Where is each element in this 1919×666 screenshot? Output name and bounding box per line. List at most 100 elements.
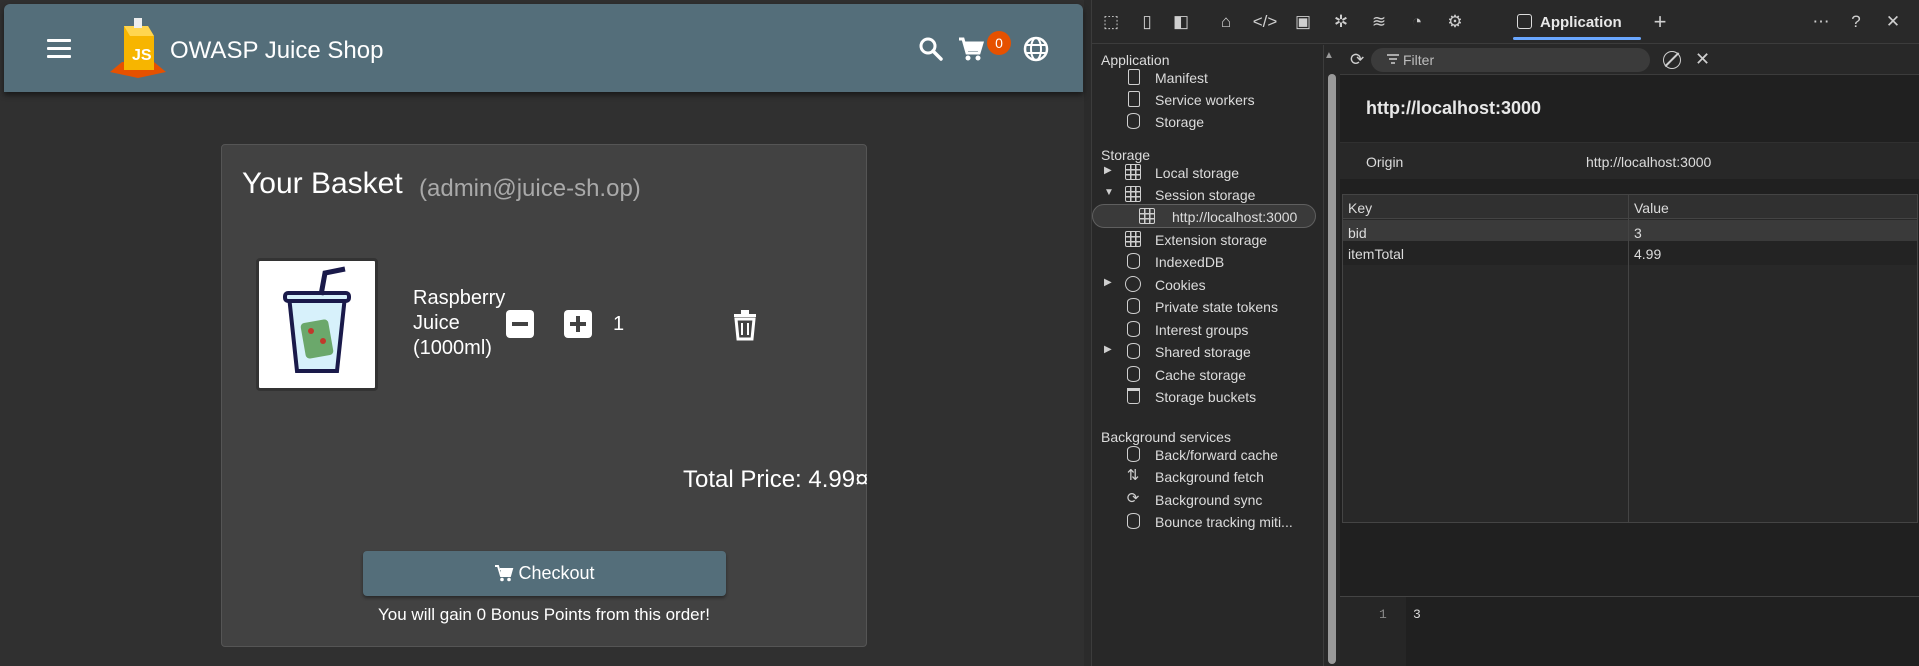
storage-main-panel: ⟳ ✕ http://localhost:3000 Origin http://…	[1340, 45, 1919, 666]
checkout-label: Checkout	[518, 563, 595, 583]
application-sidebar: Application Manifest Service workers Sto…	[1092, 45, 1324, 666]
increase-quantity-button[interactable]	[564, 310, 592, 338]
bonus-points-text: You will gain 0 Bonus Points from this o…	[378, 605, 710, 624]
sidebar-item-storage[interactable]: Storage	[1092, 110, 1314, 134]
column-divider[interactable]	[1628, 195, 1629, 522]
delete-selected-icon[interactable]: ✕	[1695, 50, 1713, 68]
filter-input[interactable]	[1371, 48, 1650, 72]
refresh-icon[interactable]: ⟳	[1350, 51, 1368, 69]
origin-heading: http://localhost:3000	[1366, 98, 1542, 118]
delete-item-trash-icon[interactable]	[730, 309, 760, 341]
value-preview-pane: 1 3	[1340, 596, 1919, 666]
database-icon	[1127, 366, 1140, 382]
database-icon	[1127, 513, 1140, 529]
basket-card: Your Basket (admin@juice-sh.op) Raspberr…	[221, 144, 869, 647]
elements-icon[interactable]: </>	[1252, 10, 1278, 34]
console-icon[interactable]: ▣	[1290, 10, 1316, 34]
performance-icon[interactable]: ◔	[1404, 10, 1430, 34]
expand-arrow-icon[interactable]: ▶	[1104, 277, 1112, 288]
bug-icon[interactable]: ✲	[1328, 10, 1354, 34]
column-header-value[interactable]: Value	[1634, 200, 1669, 216]
app-toolbar: JS OWASP Juice Shop 0	[4, 4, 1083, 92]
table-grid-icon	[1125, 231, 1141, 247]
service-worker-gear-icon	[1128, 91, 1140, 107]
basket-user-email: (admin@juice-sh.op)	[419, 175, 641, 202]
device-toolbar-icon[interactable]: ▯	[1134, 10, 1160, 34]
quantity-value: 1	[613, 313, 625, 335]
juice-shop-logo-icon[interactable]: JS	[108, 16, 172, 82]
home-icon[interactable]: ⌂	[1213, 10, 1239, 34]
sidebar-scrollbar[interactable]	[1328, 74, 1336, 664]
sidebar-item-background-sync[interactable]: ⟳ Background sync	[1092, 488, 1314, 512]
search-icon[interactable]	[916, 34, 946, 64]
sidebar-item-manifest[interactable]: Manifest	[1092, 66, 1314, 90]
sidebar-item-local-storage[interactable]: ▶ Local storage	[1092, 161, 1314, 185]
bucket-icon	[1127, 388, 1140, 404]
sidebar-item-indexeddb[interactable]: IndexedDB	[1092, 250, 1314, 274]
sidebar-item-interest-groups[interactable]: Interest groups	[1092, 318, 1314, 342]
sidebar-item-bounce-tracking[interactable]: Bounce tracking miti...	[1092, 510, 1314, 534]
language-globe-icon[interactable]	[1021, 34, 1051, 64]
sidebar-item-shared-storage[interactable]: ▶ Shared storage	[1092, 340, 1314, 364]
network-icon[interactable]: ≋	[1366, 10, 1392, 34]
sidebar-item-session-localhost[interactable]: http://localhost:3000	[1092, 204, 1316, 228]
tab-application[interactable]: Application	[1511, 8, 1641, 40]
scroll-up-arrow-icon[interactable]: ▲	[1324, 50, 1338, 62]
add-tab-icon[interactable]: +	[1647, 10, 1673, 34]
sidebar-item-cookies[interactable]: ▶ Cookies	[1092, 273, 1314, 297]
table-grid-icon	[1125, 186, 1141, 202]
cart-plus-icon	[495, 565, 514, 582]
table-header: Key Value	[1343, 195, 1917, 219]
application-icon	[1517, 14, 1532, 29]
collapse-arrow-icon[interactable]: ▼	[1104, 187, 1114, 198]
filter-icon	[1387, 54, 1399, 64]
sidebar-item-background-fetch[interactable]: ⇅ Background fetch	[1092, 465, 1314, 489]
row-key: itemTotal	[1348, 246, 1405, 262]
origin-value: http://localhost:3000	[1586, 154, 1712, 170]
sidebar-item-back-forward-cache[interactable]: Back/forward cache	[1092, 443, 1314, 467]
table-row[interactable]: itemTotal 4.99	[1343, 241, 1917, 265]
row-value: 3	[1634, 225, 1642, 241]
inspect-icon[interactable]: ⬚	[1098, 10, 1124, 34]
cookie-icon	[1125, 276, 1141, 292]
database-icon	[1127, 298, 1140, 314]
close-icon[interactable]: ✕	[1880, 10, 1906, 34]
preview-value[interactable]: 3	[1413, 607, 1421, 622]
menu-button[interactable]	[42, 32, 76, 66]
more-icon[interactable]: ⋯	[1808, 10, 1834, 34]
svg-text:JS: JS	[132, 47, 152, 64]
line-number: 1	[1379, 607, 1387, 622]
clear-all-icon[interactable]	[1663, 51, 1681, 69]
cart-icon[interactable]	[956, 34, 986, 64]
sidebar-item-cache-storage[interactable]: Cache storage	[1092, 363, 1314, 387]
expand-arrow-icon[interactable]: ▶	[1104, 344, 1112, 355]
cpu-icon[interactable]: ⚙	[1442, 10, 1468, 34]
sidebar-item-service-workers[interactable]: Service workers	[1092, 88, 1314, 112]
expand-arrow-icon[interactable]: ▶	[1104, 165, 1112, 176]
sidebar-item-private-state-tokens[interactable]: Private state tokens	[1092, 295, 1314, 319]
sidebar-item-extension-storage[interactable]: Extension storage	[1092, 228, 1314, 252]
database-icon	[1127, 253, 1140, 269]
database-icon	[1127, 321, 1140, 337]
total-price: Total Price: 4.99¤	[683, 466, 869, 493]
app-title[interactable]: OWASP Juice Shop	[170, 37, 383, 65]
checkout-button[interactable]: Checkout	[363, 551, 726, 596]
table-grid-icon	[1139, 208, 1155, 224]
filter-bar: ⟳ ✕	[1340, 45, 1919, 75]
help-icon[interactable]: ?	[1843, 10, 1869, 34]
row-value: 4.99	[1634, 246, 1662, 262]
table-grid-icon	[1125, 164, 1141, 180]
line-number-gutter	[1340, 597, 1406, 666]
database-icon	[1127, 113, 1140, 129]
sidebar-item-storage-buckets[interactable]: Storage buckets	[1092, 385, 1314, 409]
screen: JS OWASP Juice Shop 0 Your Basket (admin…	[0, 0, 1919, 666]
database-icon	[1127, 446, 1140, 462]
dock-icon[interactable]: ◧	[1168, 10, 1194, 34]
column-header-key[interactable]: Key	[1348, 200, 1372, 216]
basket-title: Your Basket	[242, 167, 403, 200]
origin-label: Origin	[1366, 154, 1404, 170]
devtools-toolbar: ⬚ ▯ ◧ ⌂ </> ▣ ✲ ≋ ◔ ⚙ Application + ⋯ ? …	[1092, 0, 1919, 44]
up-down-arrows-icon: ⇅	[1126, 467, 1140, 484]
decrease-quantity-button[interactable]	[506, 310, 534, 338]
database-icon	[1127, 343, 1140, 359]
